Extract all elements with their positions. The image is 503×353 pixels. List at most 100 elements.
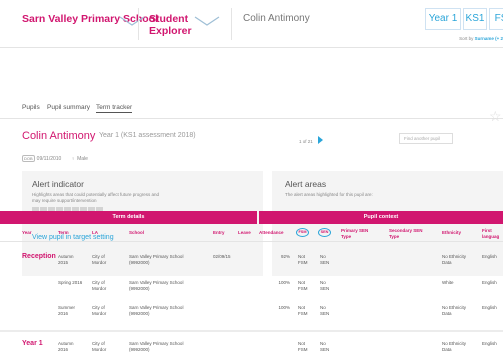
row-language: English <box>482 280 497 285</box>
sort-by-value[interactable]: Surname (+ 2 <box>475 36 503 41</box>
year-button[interactable]: Year 1 <box>425 8 461 30</box>
row-sen: SEN <box>320 260 330 265</box>
col-label-line: Secondary SEN <box>389 228 423 233</box>
table-divider <box>0 330 503 332</box>
table-divider <box>0 241 503 242</box>
col-year[interactable]: Year <box>22 230 32 236</box>
pager-label: 1 of 21 <box>299 139 313 144</box>
alert-indicator-desc: Highlights areas that could potentially … <box>32 192 232 204</box>
tab-divider <box>0 118 503 119</box>
ks-button[interactable]: KS1 <box>463 8 487 30</box>
row-la: City of <box>92 305 105 310</box>
fs-button[interactable]: FS <box>489 8 503 30</box>
row-fsm: Not <box>298 341 306 346</box>
col-sen[interactable]: SEN <box>318 228 331 237</box>
col-school[interactable]: School <box>129 230 144 236</box>
row-ethnicity: Data <box>442 311 452 316</box>
alert-indicator-desc-line: may require support/intervention <box>32 198 97 203</box>
page-title: Colin Antimony <box>22 130 96 142</box>
row-term: Autumn <box>58 254 74 259</box>
top-bar: Sarn Valley Primary School Student Explo… <box>0 0 503 48</box>
row-year: Year 1 <box>22 340 43 347</box>
row-school: (9992000) <box>129 347 150 352</box>
col-label-line: Primary SEN <box>341 228 369 233</box>
row-fsm: Not <box>298 305 306 310</box>
row-school: (9992000) <box>129 286 150 291</box>
divider <box>231 8 232 40</box>
row-ethnicity: No Ethnicity <box>442 254 467 259</box>
pupil-year-label: Year 1 (KS1 assessment 2018) <box>99 132 196 139</box>
col-first-language[interactable]: First languag <box>482 228 499 239</box>
fsm-circle: FSM <box>296 228 309 237</box>
tab-pupils[interactable]: Pupils <box>22 104 40 111</box>
pupil-meta: DOB 09/11/2010 ♀ Male <box>22 155 88 162</box>
col-term[interactable]: Term <box>58 230 69 236</box>
col-label-line: Type <box>341 233 352 239</box>
sen-circle: SEN <box>318 228 331 237</box>
row-language: English <box>482 254 497 259</box>
row-attendance: 100% <box>278 280 290 285</box>
next-pupil-icon[interactable] <box>318 136 323 144</box>
row-fsm: Not <box>298 254 306 259</box>
row-entry: 02/09/15 <box>213 254 231 259</box>
col-label-line: Type <box>389 233 400 239</box>
col-leave[interactable]: Leave <box>238 230 251 236</box>
col-entry[interactable]: Entry <box>213 230 225 236</box>
sort-by[interactable]: Sort by Surname (+ 2 <box>459 36 503 41</box>
row-ethnicity: Data <box>442 260 452 265</box>
alert-indicator-title: Alert indicator <box>32 179 84 189</box>
term-details-header: Term details <box>0 211 257 224</box>
row-sen: SEN <box>320 311 330 316</box>
row-school: Sarn Valley Primary School <box>129 280 184 285</box>
row-term: 2016 <box>58 347 69 352</box>
col-fsm[interactable]: FSM <box>296 228 309 237</box>
current-pupil-name: Colin Antimony <box>243 13 310 24</box>
chevron-down-icon[interactable] <box>119 16 145 26</box>
alert-areas-desc: The alert areas highlighted for this pup… <box>285 192 373 197</box>
row-school: (9992000) <box>129 260 150 265</box>
tab-pupil-summary[interactable]: Pupil summary <box>47 104 90 111</box>
view-target-setting-link[interactable]: View pupil in target setting <box>32 234 114 241</box>
row-la: City of <box>92 254 105 259</box>
star-icon[interactable]: ☆ <box>489 109 502 123</box>
row-school: Sarn Valley Primary School <box>129 254 184 259</box>
row-sen: No <box>320 305 326 310</box>
row-school: Sarn Valley Primary School <box>129 341 184 346</box>
col-attendance[interactable]: Attendance <box>259 230 284 236</box>
row-la: City of <box>92 341 105 346</box>
row-sen: SEN <box>320 286 330 291</box>
row-ethnicity: No Ethnicity <box>442 305 467 310</box>
row-attendance: 100% <box>278 305 290 310</box>
gender-value: Male <box>77 156 88 162</box>
row-sen: No <box>320 280 326 285</box>
person-icon: ♀ <box>71 156 76 162</box>
sort-by-label: Sort by <box>459 36 474 41</box>
row-la: Mordor <box>92 311 107 316</box>
find-pupil-input[interactable]: Find another pupil <box>399 133 453 144</box>
col-primary-sen[interactable]: Primary SEN Type <box>341 228 368 239</box>
tab-term-tracker[interactable]: Term tracker <box>96 104 133 113</box>
col-la[interactable]: LA <box>92 230 98 236</box>
row-ethnicity: Data <box>442 347 452 352</box>
row-ethnicity: White <box>442 280 454 285</box>
dob-value: 09/11/2010 <box>36 156 62 162</box>
row-term: Autumn <box>58 341 74 346</box>
row-fsm: FSM <box>298 311 308 316</box>
divider <box>138 8 139 40</box>
pupil-context-header: Pupil context <box>259 211 503 224</box>
col-secondary-sen[interactable]: Secondary SEN Type <box>389 228 423 239</box>
alert-areas-title: Alert areas <box>285 179 327 189</box>
row-la: City of <box>92 280 105 285</box>
row-term: 2015 <box>58 260 69 265</box>
row-fsm: FSM <box>298 286 308 291</box>
row-sen: SEN <box>320 347 330 352</box>
row-term: 2016 <box>58 311 69 316</box>
chevron-down-icon[interactable] <box>194 16 220 26</box>
row-attendance: 92% <box>280 254 290 259</box>
col-label-line: languag <box>482 233 500 239</box>
col-ethnicity[interactable]: Ethnicity <box>442 230 461 236</box>
row-la: Mordor <box>92 260 107 265</box>
row-la: Mordor <box>92 347 107 352</box>
dob-tag: DOB <box>22 155 35 162</box>
row-fsm: Not <box>298 280 306 285</box>
